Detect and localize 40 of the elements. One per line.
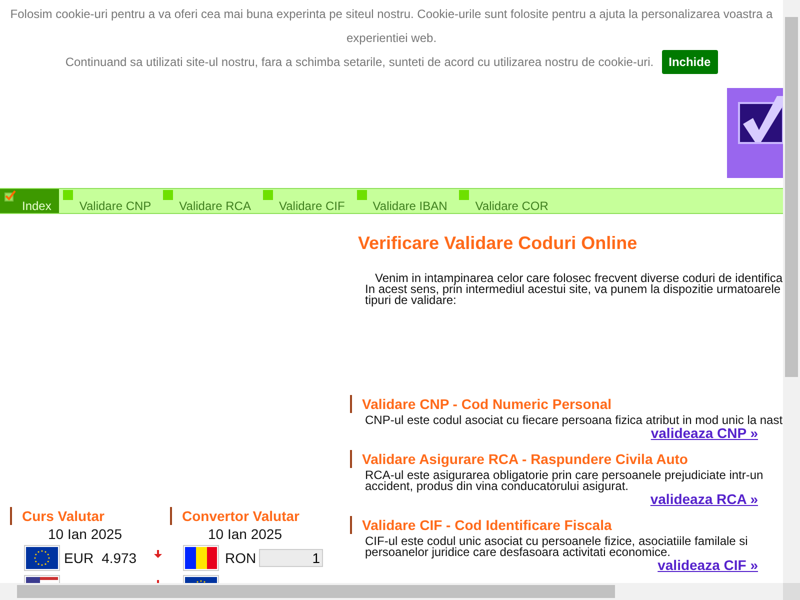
section-link[interactable]: valideaza RCA » — [650, 492, 758, 507]
section-text: CIF-ul este codul unic asociat cu persoanele fizice, asociatiile familale si — [365, 536, 749, 547]
section-text: accident, produs din vina conducatorului asigurat. — [365, 481, 628, 492]
down-arrow-icon — [154, 550, 162, 558]
currency-code: RON — [225, 548, 253, 568]
section-text: RCA-ul este asigurarea obligatorie prin care persoanele prejudiciate intr-un — [365, 470, 764, 481]
nav-tab[interactable]: Validare CIF — [258, 189, 353, 213]
section-text: persoanelor juridice care desfasoara activitati economice. — [365, 547, 670, 558]
nav-tab[interactable]: Validare RCA — [159, 189, 259, 213]
scrollbar-corner — [783, 583, 800, 600]
vertical-scrollbar[interactable] — [783, 0, 800, 583]
flag-icon — [24, 545, 60, 571]
horizontal-scrollbar[interactable] — [0, 583, 783, 600]
intro-text: tipuri de validare: — [365, 295, 456, 306]
nav-tab[interactable]: Validare IBAN — [352, 189, 456, 213]
widget-title: Curs Valutar — [10, 507, 170, 525]
nav-tab[interactable]: Validare CNP — [59, 189, 160, 213]
date-label: 10 Ian 2025 — [208, 526, 282, 542]
intro-text: Venim in intampinarea celor care folosec frecvent diverse coduri de identifica — [374, 273, 783, 284]
exchange-rate: 4.973 — [102, 548, 137, 568]
page-title: Verificare Validare Coduri Online — [357, 232, 638, 255]
flag-icon — [183, 545, 219, 571]
square-icon — [356, 190, 367, 200]
section-link[interactable]: valideaza CNP » — [650, 426, 758, 441]
nav-tab[interactable]: Validare COR — [455, 189, 556, 213]
nav-tab[interactable]: Index — [0, 189, 60, 213]
widget-title: Convertor Valutar — [170, 507, 350, 525]
cookie-notice: Folosim cookie-uri pentru a va oferi cea mai buna experinta pe siteul nostru. Cookie-urile sunt folosite pentru a ajuta la personalizarea voastra a experientiei web. — [9, 6, 774, 47]
cookie-notice: Continuand sa utilizati site-ul nostru, fara a schimba setarile, sunteti de acord cu utilizarea nostru de cookie-uri. — [65, 54, 654, 71]
amount-field[interactable]: 1 — [259, 549, 323, 567]
section-link[interactable]: valideaza CIF » — [658, 558, 758, 573]
currency-code: EUR — [64, 548, 94, 568]
square-icon — [63, 190, 74, 200]
date-label: 10 Ian 2025 — [48, 526, 122, 542]
section-text: CNP-ul este codul asociat cu fiecare persoana fizica atribut in mod unic la nast — [365, 415, 783, 426]
square-icon — [459, 190, 470, 200]
close-button[interactable]: Inchide — [662, 50, 718, 74]
square-icon — [262, 190, 273, 200]
intro-text: In acest sens, prin intermediul acestui site, va punem la dispozitie urmatoarele — [365, 284, 781, 295]
square-icon — [163, 190, 174, 200]
